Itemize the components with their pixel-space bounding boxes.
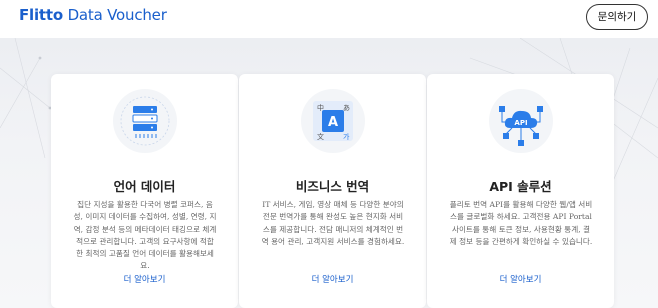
logo-product: Data Voucher (67, 6, 167, 24)
card-description: 집단 지성을 활용한 다국어 병렬 코퍼스, 음 성, 이미지 데이터를 수집하… (73, 200, 217, 271)
flitto-logo[interactable]: Flitto Data Voucher (19, 6, 167, 24)
server-database-icon (112, 88, 178, 154)
translation-glyph-ja: あ (343, 104, 350, 112)
card-language-data: 언어 데이터 집단 지성을 활용한 다국어 병렬 코퍼스, 음 성, 이미지 데… (51, 74, 238, 308)
api-label: API (514, 119, 527, 127)
logo-brand: Flitto (19, 6, 63, 24)
card-business-translation: A 中 あ 文 가 비즈니스 번역 IT 서비스, 게임, 영상 매체 등 다양… (239, 74, 426, 308)
learn-more-link[interactable]: 더 알아보기 (239, 273, 426, 285)
learn-more-link[interactable]: 더 알아보기 (427, 273, 614, 285)
hero-section: 언어 데이터 집단 지성을 활용한 다국어 병렬 코퍼스, 음 성, 이미지 데… (0, 38, 658, 308)
learn-more-link[interactable]: 더 알아보기 (51, 273, 238, 285)
translation-icon: A 中 あ 文 가 (300, 88, 366, 154)
card-title: API 솔루션 (489, 179, 552, 194)
translation-glyph-a: A (328, 115, 338, 130)
translation-glyph-zh: 中 (317, 103, 324, 112)
top-header: Flitto Data Voucher 문의하기 (0, 0, 658, 38)
card-title: 언어 데이터 (113, 179, 176, 194)
contact-button[interactable]: 문의하기 (586, 4, 648, 30)
card-description: 플리토 번역 API를 활용해 다양한 웹/앱 서비 스를 글로벌화 하세요. … (449, 200, 593, 246)
card-api-solution: API API 솔루션 플리토 번역 API를 활용해 다양한 웹/앱 서비 스… (427, 74, 614, 308)
api-cloud-icon: API (488, 88, 554, 154)
card-description: IT 서비스, 게임, 영상 매체 등 다양한 분야의 전문 번역가를 통해 완… (261, 200, 405, 246)
translation-glyph-ko: 가 (343, 132, 350, 141)
translation-glyph-wen: 文 (317, 132, 324, 141)
card-title: 비즈니스 번역 (295, 179, 370, 194)
